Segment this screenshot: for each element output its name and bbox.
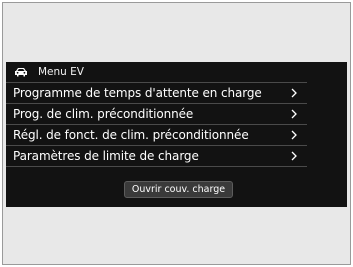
chevron-right-icon [291, 151, 297, 161]
ev-menu-screen: Menu EV Programme de temps d'attente en … [6, 62, 347, 207]
car-icon [15, 68, 27, 77]
menu-item-preconditioned-climate-schedule[interactable]: Prog. de clim. préconditionnée [6, 104, 307, 125]
menu-item-preconditioned-climate-settings[interactable]: Régl. de fonct. de clim. préconditionnée [6, 125, 307, 146]
menu-item-charge-wait-schedule[interactable]: Programme de temps d'attente en charge [6, 82, 307, 104]
display-frame: Menu EV Programme de temps d'attente en … [2, 2, 351, 265]
menu-item-label: Régl. de fonct. de clim. préconditionnée [13, 128, 249, 142]
menu-item-label: Programme de temps d'attente en charge [13, 86, 262, 100]
menu-header: Menu EV [6, 62, 347, 82]
open-charge-cover-button[interactable]: Ouvrir couv. charge [124, 181, 233, 198]
chevron-right-icon [291, 109, 297, 119]
chevron-right-icon [291, 88, 297, 98]
chevron-right-icon [291, 130, 297, 140]
menu-item-charge-limit-settings[interactable]: Paramètres de limite de charge [6, 146, 307, 167]
menu-item-label: Prog. de clim. préconditionnée [13, 107, 194, 121]
menu-title: Menu EV [38, 66, 84, 78]
menu-item-label: Paramètres de limite de charge [13, 149, 199, 163]
menu-list: Programme de temps d'attente en charge P… [6, 82, 307, 167]
